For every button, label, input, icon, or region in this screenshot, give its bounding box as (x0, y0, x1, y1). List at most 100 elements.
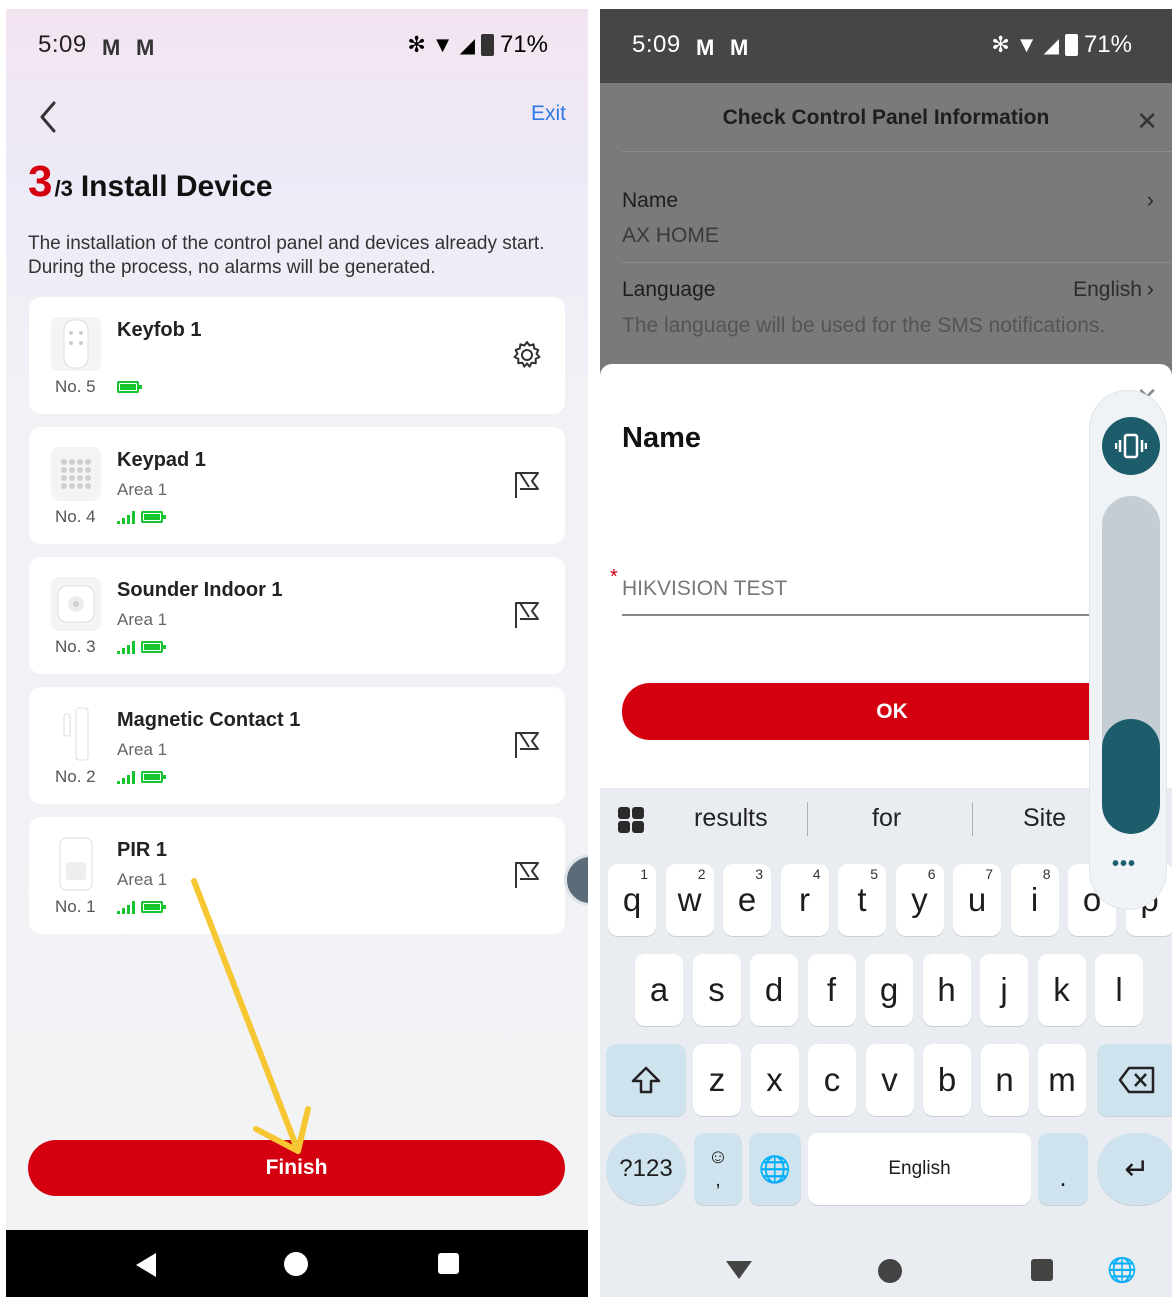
battery-full-icon (117, 381, 142, 393)
language-row-value[interactable]: English (1073, 278, 1142, 302)
divider (622, 151, 1172, 152)
keyboard-language-icon[interactable]: 🌐 (1107, 1256, 1137, 1285)
period-key[interactable]: . (1038, 1133, 1088, 1205)
chevron-right-icon[interactable]: › (1147, 187, 1154, 213)
bluetooth-icon: ✻ (991, 32, 1010, 57)
finish-button[interactable]: Finish (28, 1140, 565, 1196)
key-a[interactable]: a (635, 954, 683, 1026)
comma-label: , (715, 1169, 721, 1191)
vibrate-mode-icon[interactable] (1102, 417, 1160, 475)
device-status (117, 767, 166, 787)
key-e[interactable]: e3 (723, 864, 771, 936)
name-row-label[interactable]: Name (622, 189, 678, 213)
intro-text: The installation of the control panel an… (28, 232, 584, 280)
chevron-right-icon[interactable]: › (1147, 276, 1154, 302)
enter-key[interactable]: ↵ (1097, 1133, 1172, 1205)
device-name: Keyfob 1 (117, 319, 202, 341)
nav-back-icon[interactable] (134, 1252, 158, 1278)
key-i[interactable]: i8 (1010, 864, 1059, 936)
page-title: 3 /3 Install Device (28, 157, 273, 207)
key-j[interactable]: j (980, 954, 1028, 1026)
globe-icon: 🌐 (758, 1153, 792, 1184)
more-options-icon[interactable]: ••• (1112, 853, 1136, 876)
emoji-comma-key[interactable]: ☺ , (694, 1133, 742, 1205)
suggestion-item[interactable]: for (872, 804, 901, 833)
system-nav-bar (6, 1230, 588, 1297)
gear-icon[interactable] (511, 339, 543, 371)
flag-icon[interactable] (511, 469, 543, 501)
device-card-pir[interactable]: No. 1 PIR 1 Area 1 (29, 817, 565, 934)
nav-home-icon[interactable] (878, 1259, 902, 1283)
signal-strength-icon (117, 510, 135, 524)
key-q[interactable]: q1 (608, 864, 656, 936)
battery-full-icon (141, 511, 166, 523)
nav-home-icon[interactable] (284, 1252, 308, 1276)
shift-key[interactable] (606, 1044, 686, 1116)
key-y[interactable]: y6 (895, 864, 944, 936)
battery-icon (480, 34, 494, 56)
key-k[interactable]: k (1037, 954, 1086, 1026)
ok-button[interactable]: OK (622, 683, 1162, 740)
install-device-screen: 5:09 M M ✻ ▼ ◢ 71% Exit 3 /3 Install Dev… (6, 9, 588, 1297)
nav-recents-icon[interactable] (438, 1253, 459, 1274)
close-icon[interactable]: ✕ (1136, 106, 1158, 137)
device-number: No. 4 (55, 507, 96, 526)
exit-link[interactable]: Exit (531, 102, 566, 126)
enter-icon: ↵ (1124, 1152, 1150, 1186)
suggestion-item[interactable]: Site (1023, 804, 1066, 833)
pir-image (51, 837, 101, 891)
backspace-key[interactable] (1097, 1044, 1172, 1116)
battery-full-icon (141, 771, 166, 783)
device-card-keyfob[interactable]: No. 5 Keyfob 1 (29, 297, 565, 414)
key-x[interactable]: x (750, 1044, 799, 1116)
status-right-icons: ✻ ▼ ◢ 71% (407, 31, 548, 59)
key-s[interactable]: s (692, 954, 741, 1026)
key-g[interactable]: g (865, 954, 913, 1026)
assistant-bubble-icon[interactable] (564, 854, 588, 906)
key-number-hint: 2 (697, 866, 706, 882)
nav-back-icon[interactable] (724, 1259, 754, 1281)
music-note-icon: ♪ (1122, 826, 1133, 834)
key-v[interactable]: v (865, 1044, 914, 1116)
device-card-magnetic-contact[interactable]: No. 2 Magnetic Contact 1 Area 1 (29, 687, 565, 804)
signal-strength-icon (117, 640, 135, 654)
device-card-keypad[interactable]: No. 4 Keypad 1 Area 1 (29, 427, 565, 544)
status-time: 5:09 (38, 31, 87, 58)
battery-percent: 71% (499, 31, 548, 58)
key-h[interactable]: h (922, 954, 971, 1026)
sounder-image (51, 577, 101, 631)
device-area: Area 1 (117, 610, 168, 629)
keyboard-apps-icon[interactable] (618, 807, 644, 833)
key-c[interactable]: c (808, 1044, 856, 1116)
language-hint: The language will be used for the SMS no… (622, 314, 1106, 337)
back-chevron-icon[interactable] (34, 97, 64, 137)
key-d[interactable]: d (750, 954, 798, 1026)
key-u[interactable]: u7 (953, 864, 1001, 936)
flag-icon[interactable] (511, 859, 543, 891)
status-time: 5:09 (632, 31, 681, 58)
symbols-key[interactable]: ?123 (606, 1133, 686, 1205)
globe-key[interactable]: 🌐 (749, 1133, 801, 1205)
flag-icon[interactable] (511, 729, 543, 761)
device-card-sounder[interactable]: No. 3 Sounder Indoor 1 Area 1 (29, 557, 565, 674)
name-dialog: ✕ Name * OK (600, 364, 1172, 788)
suggestion-item[interactable]: results (694, 804, 768, 833)
key-n[interactable]: n (980, 1044, 1029, 1116)
intro-line: The installation of the control panel an… (28, 233, 545, 254)
key-r[interactable]: r4 (780, 864, 829, 936)
space-key[interactable]: English (808, 1133, 1031, 1205)
key-b[interactable]: b (923, 1044, 971, 1116)
key-z[interactable]: z (693, 1044, 741, 1116)
name-input[interactable] (622, 564, 1090, 616)
key-m[interactable]: m (1038, 1044, 1086, 1116)
key-t[interactable]: t5 (838, 864, 886, 936)
key-f[interactable]: f (807, 954, 856, 1026)
key-w[interactable]: w2 (665, 864, 714, 936)
key-l[interactable]: l (1095, 954, 1143, 1026)
language-row-label[interactable]: Language (622, 278, 715, 302)
nav-recents-icon[interactable] (1031, 1259, 1053, 1281)
shift-icon (631, 1066, 661, 1094)
flag-icon[interactable] (511, 599, 543, 631)
volume-slider[interactable]: ♪ (1102, 496, 1160, 834)
name-edit-screen: 5:09 M M ✻ ▼ ◢ 71% Check Control Panel I… (600, 9, 1172, 1297)
